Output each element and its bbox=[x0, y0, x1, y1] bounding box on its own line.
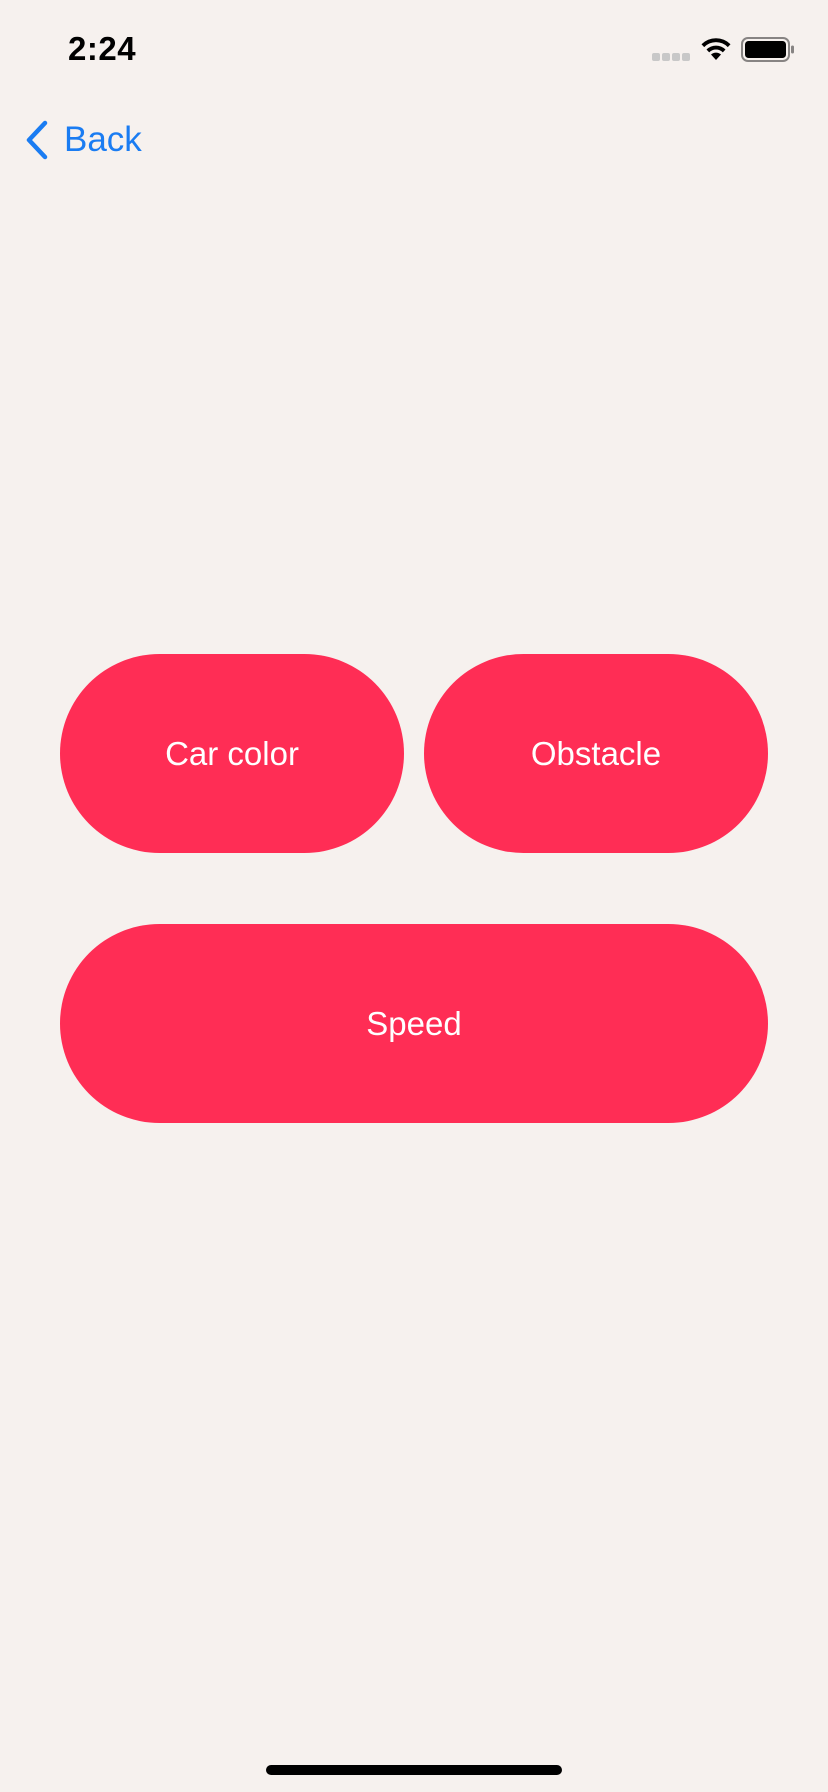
back-button[interactable]: Back bbox=[24, 118, 142, 162]
cellular-signal-icon bbox=[652, 53, 690, 61]
home-indicator[interactable] bbox=[266, 1765, 562, 1775]
car-color-button[interactable]: Car color bbox=[60, 654, 404, 853]
status-time: 2:24 bbox=[68, 30, 137, 67]
screen: 2:24 Back Car color Obstacle Speed bbox=[0, 0, 828, 1792]
obstacle-button[interactable]: Obstacle bbox=[424, 654, 768, 853]
speed-button[interactable]: Speed bbox=[60, 924, 768, 1123]
wifi-icon bbox=[701, 38, 731, 60]
back-label: Back bbox=[64, 120, 142, 159]
chevron-left-icon bbox=[26, 120, 48, 160]
battery-icon bbox=[741, 37, 794, 62]
